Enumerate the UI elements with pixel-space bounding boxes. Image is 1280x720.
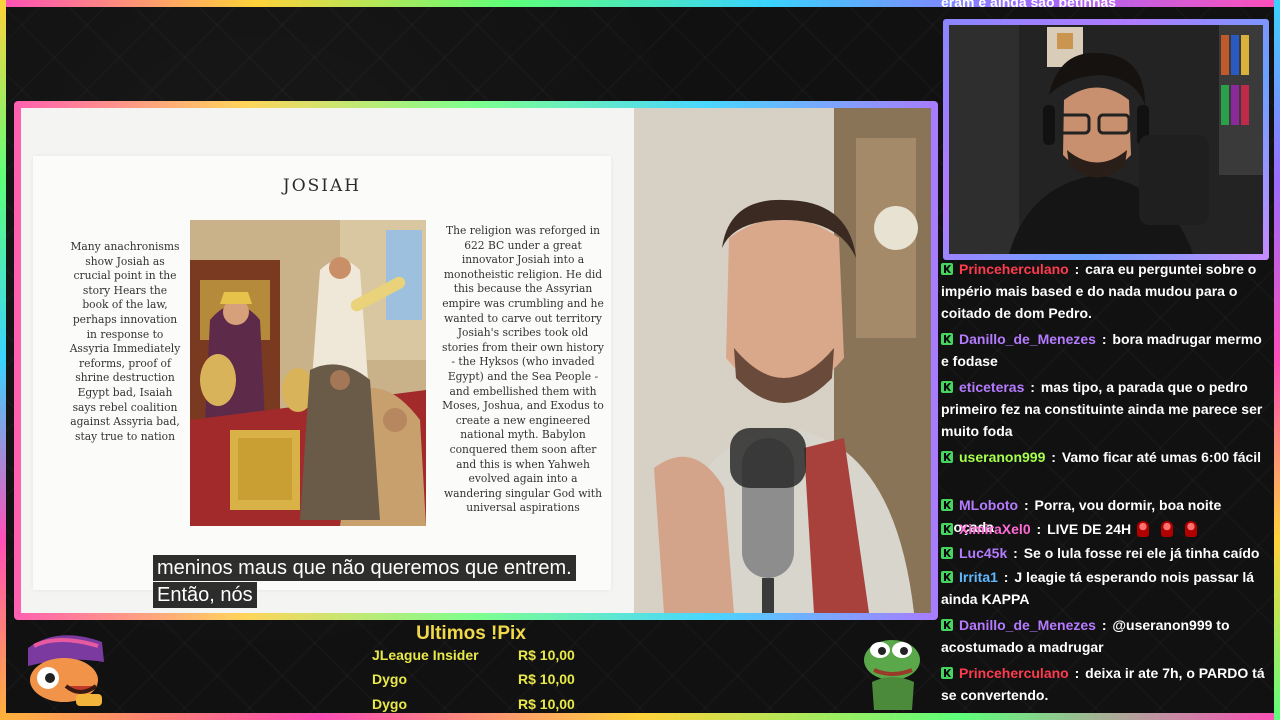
pix-amount: R$ 10,00: [518, 696, 575, 712]
pix-amount: R$ 10,00: [518, 671, 575, 687]
slide-left-text: Many anachronisms show Josiah as crucial…: [69, 240, 181, 443]
webcam-frame: [943, 19, 1269, 260]
moderator-badge-icon: [941, 495, 953, 511]
chat-separator: :: [1070, 665, 1084, 681]
pix-row: Dygo R$ 10,00: [372, 669, 582, 691]
subtitle-line-2: Então, nós: [153, 582, 257, 608]
pepe-frog-icon: [860, 632, 924, 717]
chat-separator: :: [1026, 379, 1039, 395]
moderator-badge-icon: [941, 329, 953, 345]
chat-message: Luc45k : Se o lula fosse rei ele já tinh…: [941, 542, 1273, 564]
stream-layout: JOSIAH Many anachronisms show Josiah as …: [0, 0, 1280, 720]
chat-separator: :: [1032, 521, 1046, 537]
pix-donor-name: JLeague Insider: [372, 647, 479, 663]
chat-message: Danillo_de_Menezes : @useranon999 to aco…: [941, 614, 1273, 658]
pix-donor-name: Dygo: [372, 696, 407, 712]
chat-username[interactable]: XimiraXel0: [959, 521, 1031, 537]
presenter-video: [634, 108, 931, 613]
emote-icon: [1185, 521, 1198, 537]
main-video[interactable]: JOSIAH Many anachronisms show Josiah as …: [21, 108, 931, 613]
webcam-video: [949, 25, 1263, 254]
chat-username[interactable]: Irrita1: [959, 569, 998, 585]
chat-message: eticeteras : mas tipo, a parada que o pe…: [941, 376, 1273, 442]
chat-message: Danillo_de_Menezes : bora madrugar mermo…: [941, 328, 1273, 372]
josiah-painting: [190, 220, 426, 526]
frame-right-border: [1274, 0, 1280, 720]
pix-donor-name: Dygo: [372, 671, 407, 687]
chat-message: Irrita1 : J leagie tá esperando nois pas…: [941, 566, 1273, 610]
chat-separator: :: [1097, 617, 1111, 633]
frame-left-border: [0, 0, 6, 720]
chat-username[interactable]: Princeherculano: [959, 261, 1069, 277]
pix-row: JLeague Insider R$ 10,00: [372, 645, 582, 667]
chat-username[interactable]: Princeherculano: [959, 665, 1069, 681]
chat-separator: :: [1009, 545, 1022, 561]
chat-username[interactable]: useranon999: [959, 449, 1045, 465]
emote-icon: [1137, 521, 1150, 537]
moderator-badge-icon: [941, 663, 953, 679]
chat-separator: :: [999, 569, 1013, 585]
pix-row: Dygo R$ 10,00: [372, 694, 582, 716]
chat-message-text: Se o lula fosse rei ele já tinha caído: [1023, 545, 1260, 561]
chat-separator: :: [1047, 449, 1060, 465]
frame-bottom-border: [0, 713, 1280, 720]
chat-message: XimiraXel0 : LIVE DE 24H: [941, 518, 1273, 540]
slide-right-text: The religion was reforged in 622 BC unde…: [442, 224, 604, 515]
chat-message: useranon999 : Vamo ficar até umas 6:00 f…: [941, 446, 1273, 468]
chat-username[interactable]: MLoboto: [959, 497, 1018, 513]
subtitle-line-1: meninos maus que não queremos que entrem…: [153, 555, 576, 581]
moderator-badge-icon: [941, 615, 953, 631]
moderator-badge-icon: [941, 447, 953, 463]
subtitle-overlay: meninos maus que não queremos que entrem…: [153, 555, 576, 609]
chat-username[interactable]: eticeteras: [959, 379, 1024, 395]
chat-username[interactable]: Danillo_de_Menezes: [959, 617, 1096, 633]
chat-message-text: Vamo ficar até umas 6:00 fácil: [1061, 449, 1262, 465]
main-video-frame: JOSIAH Many anachronisms show Josiah as …: [14, 101, 938, 620]
chat-username[interactable]: Luc45k: [959, 545, 1007, 561]
moderator-badge-icon: [941, 567, 953, 583]
chat-separator: :: [1097, 331, 1111, 347]
presentation-slide: JOSIAH Many anachronisms show Josiah as …: [21, 108, 634, 613]
chat-separator: :: [1070, 261, 1084, 277]
moderator-badge-icon: [941, 259, 953, 275]
chat-message-text: LIVE DE 24H: [1047, 521, 1132, 537]
chat-message: Princeherculano : cara eu perguntei sobr…: [941, 258, 1273, 324]
moderator-badge-icon: [941, 377, 953, 393]
chat-separator: :: [1020, 497, 1033, 513]
pix-amount: R$ 10,00: [518, 647, 575, 663]
emote-icon: [1161, 521, 1174, 537]
chat-partial-message: eram e ainda são betinhas: [941, 0, 1117, 10]
moderator-badge-icon: [941, 543, 953, 559]
cartoon-mascot-icon: [18, 628, 112, 713]
slide-card: JOSIAH Many anachronisms show Josiah as …: [33, 156, 611, 590]
slide-title: JOSIAH: [282, 176, 362, 196]
pix-title: Ultimos !Pix: [416, 623, 526, 644]
chat-message: Princeherculano : deixa ir ate 7h, o PAR…: [941, 662, 1273, 706]
moderator-badge-icon: [941, 519, 953, 535]
chat-username[interactable]: Danillo_de_Menezes: [959, 331, 1096, 347]
